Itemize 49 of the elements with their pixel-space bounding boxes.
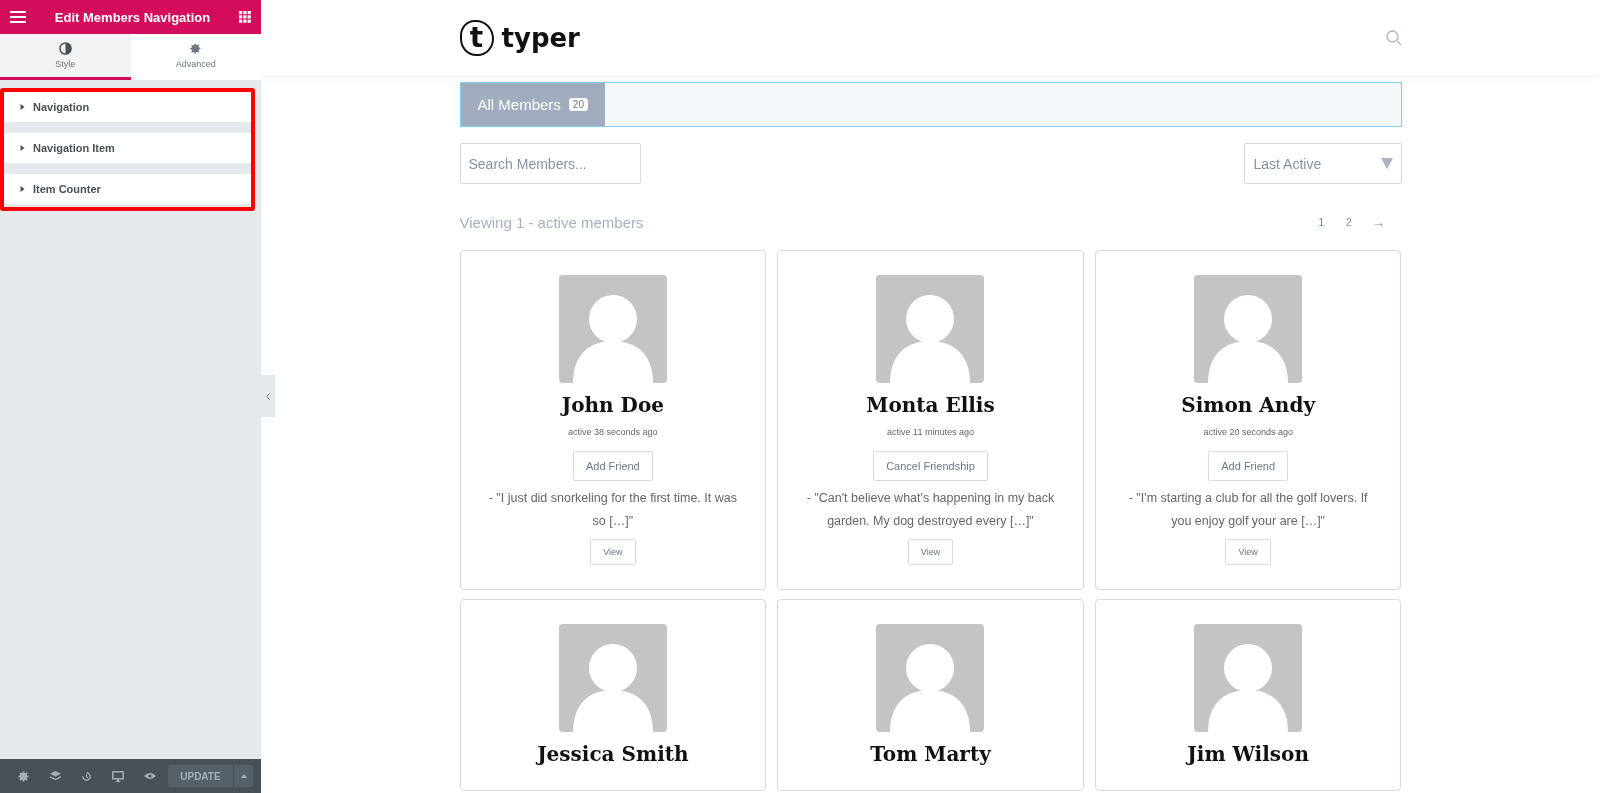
panel-tab[interactable]: Style [0,34,131,80]
member-name[interactable]: Monta Ellis [866,393,995,417]
activity-text: active 11 minutes ago [887,427,974,437]
activity-text: active 20 seconds ago [1203,427,1293,437]
member-name[interactable]: Simon Andy [1181,393,1315,417]
friend-button[interactable]: Cancel Friendship [873,451,988,481]
section-header[interactable]: Navigation Item [4,133,251,163]
view-button[interactable]: View [590,539,636,565]
menu-icon[interactable] [10,11,26,23]
chevron-left-icon [266,392,270,400]
status-quote: - "Can't believe what's happening in my back garden. My dog destroyed every […]" [805,490,1056,530]
sort-dropdown[interactable]: Last Active [1243,143,1402,184]
member-name[interactable]: Jessica Smith [537,742,689,766]
page-link[interactable]: 2 [1337,212,1360,232]
contrast-icon [58,42,72,55]
member-name[interactable]: Tom Marty [870,742,991,766]
eye-icon[interactable] [144,772,157,780]
section-header[interactable]: Item Counter [4,174,251,204]
activity-text: active 38 seconds ago [568,427,658,437]
search-field[interactable]: Search Members... [459,143,641,184]
page-link[interactable]: 1 [1310,212,1332,232]
dropdown-arrow-icon [1380,158,1393,169]
options-button[interactable] [233,765,253,787]
friend-button[interactable]: Add Friend [572,451,653,481]
search-icon[interactable] [1385,29,1402,46]
logo-text[interactable]: typer [501,22,580,53]
gear-icon [189,42,203,55]
editor-title: Edit Members Navigation [53,9,212,25]
section-header[interactable]: Navigation [4,92,251,122]
status-quote: - "I'm starting a club for all the golf lovers. If you enjoy golf your are […]" [1127,490,1369,530]
viewing-text: Viewing 1 - active members [459,213,644,231]
member-name[interactable]: Jim Wilson [1187,742,1309,766]
collapse-handle[interactable] [261,375,275,417]
friend-button[interactable]: Add Friend [1208,451,1289,481]
gear-icon[interactable] [18,770,30,782]
member-name[interactable]: John Doe [561,393,664,417]
next-page-link[interactable]: → [1365,212,1392,232]
layers-icon[interactable] [49,770,61,782]
view-button[interactable]: View [1225,539,1271,565]
view-button[interactable]: View [907,539,954,565]
status-quote: - "I just did snorkeling for the first time. It was so […]" [487,490,738,530]
history-icon[interactable] [81,770,93,782]
logo-mark[interactable]: t [459,19,494,56]
monitor-icon[interactable] [112,770,125,782]
nav-tab[interactable]: All Members 20 [460,83,605,126]
grid-icon[interactable] [239,11,251,23]
update-button[interactable]: UPDATE [167,765,234,787]
count-badge: 20 [568,98,588,111]
caret-up-icon [240,774,247,778]
